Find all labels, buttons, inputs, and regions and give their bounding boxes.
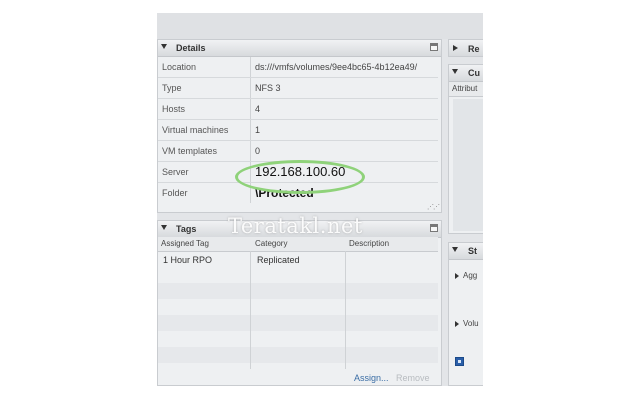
maximize-icon[interactable]	[430, 224, 438, 232]
column-header-category[interactable]: Category	[255, 239, 287, 248]
detail-value: 4	[255, 104, 261, 114]
expand-caret-icon[interactable]	[453, 45, 458, 51]
detail-label: Location	[162, 62, 197, 72]
highlight-ellipse	[235, 160, 365, 194]
details-panel: Details Location ds:///vmfs/volumes/9ee4…	[157, 39, 442, 213]
collapse-caret-icon[interactable]	[161, 44, 167, 49]
table-row[interactable]: 1 Hour RPO Replicated	[158, 252, 438, 270]
details-header[interactable]: Details	[158, 40, 441, 57]
assign-link[interactable]: Assign...	[354, 373, 389, 383]
tags-footer: Assign... Remove	[158, 371, 438, 385]
collapse-caret-icon[interactable]	[452, 69, 458, 74]
details-title: Details	[176, 43, 206, 53]
detail-row-virtual-machines: Virtual machines 1	[158, 120, 438, 141]
detail-value: ds:///vmfs/volumes/9ee4bc65-4b12ea49/	[255, 62, 418, 72]
detail-row-location: Location ds:///vmfs/volumes/9ee4bc65-4b1…	[158, 57, 438, 78]
right-item-2[interactable]: Volu	[463, 319, 479, 328]
top-strip	[157, 13, 483, 39]
right-panel-1-title: Re	[468, 44, 480, 54]
resize-grip-icon[interactable]: ⋰⋰	[427, 203, 440, 211]
category-cell: Replicated	[257, 255, 300, 265]
expand-caret-icon[interactable]	[455, 321, 459, 327]
right-item-1[interactable]: Agg	[463, 271, 477, 280]
detail-row-vm-templates: VM templates 0	[158, 141, 438, 162]
attribute-column-header[interactable]: Attribut	[452, 84, 477, 93]
right-panel-3: St Agg Volu	[448, 242, 483, 386]
detail-label: Virtual machines	[162, 125, 229, 135]
column-header-description[interactable]: Description	[349, 239, 389, 248]
detail-value: 0	[255, 146, 261, 156]
right-panel-3-title: St	[468, 246, 477, 256]
right-panel-3-header[interactable]: St	[449, 243, 483, 260]
collapse-caret-icon[interactable]	[161, 225, 167, 230]
remove-link[interactable]: Remove	[396, 373, 430, 383]
tags-panel: Tags Assigned Tag Category Description 1…	[157, 220, 442, 386]
detail-row-hosts: Hosts 4	[158, 99, 438, 120]
screenshot-area: Details Location ds:///vmfs/volumes/9ee4…	[157, 13, 483, 386]
detail-row-type: Type NFS 3	[158, 78, 438, 99]
right-panel-1: Re	[448, 39, 483, 57]
detail-label: VM templates	[162, 146, 218, 156]
tags-title: Tags	[176, 224, 197, 234]
maximize-icon[interactable]	[430, 43, 438, 51]
column-header-assigned-tag[interactable]: Assigned Tag	[161, 239, 209, 248]
storage-icon[interactable]	[455, 357, 464, 366]
tags-table-header: Assigned Tag Category Description	[158, 237, 438, 252]
right-panel-2: Cu Attribut	[448, 64, 483, 234]
expand-caret-icon[interactable]	[455, 273, 459, 279]
right-panel-2-header[interactable]: Cu	[449, 65, 483, 82]
watermark: Teratakl.net	[228, 214, 363, 238]
detail-value: 1	[255, 125, 261, 135]
right-panel-2-title: Cu	[468, 68, 480, 78]
detail-label: Folder	[162, 188, 188, 198]
tag-cell: 1 Hour RPO	[163, 255, 213, 265]
collapse-caret-icon[interactable]	[452, 247, 458, 252]
detail-value: NFS 3	[255, 83, 281, 93]
detail-label: Type	[162, 83, 182, 93]
detail-label: Hosts	[162, 104, 186, 114]
